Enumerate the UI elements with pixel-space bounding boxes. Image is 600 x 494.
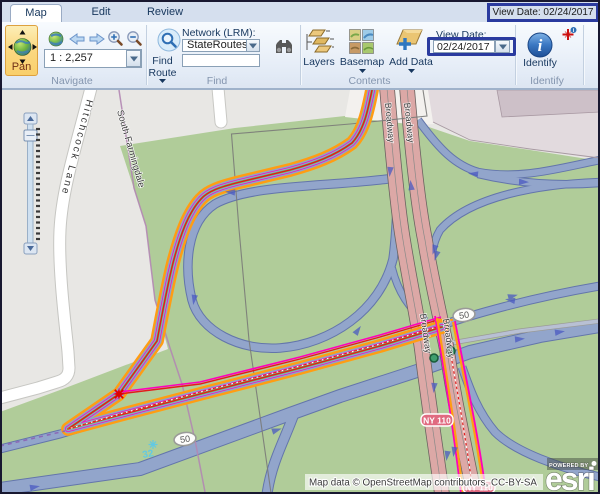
svg-text:NY 110: NY 110 bbox=[423, 415, 451, 425]
svg-text:Map data © OpenStreetMap contr: Map data © OpenStreetMap contributors, C… bbox=[309, 478, 537, 489]
svg-text:esri: esri bbox=[545, 461, 594, 492]
svg-text:50: 50 bbox=[458, 310, 469, 321]
svg-text:50: 50 bbox=[179, 434, 190, 445]
svg-text:i: i bbox=[538, 36, 543, 55]
